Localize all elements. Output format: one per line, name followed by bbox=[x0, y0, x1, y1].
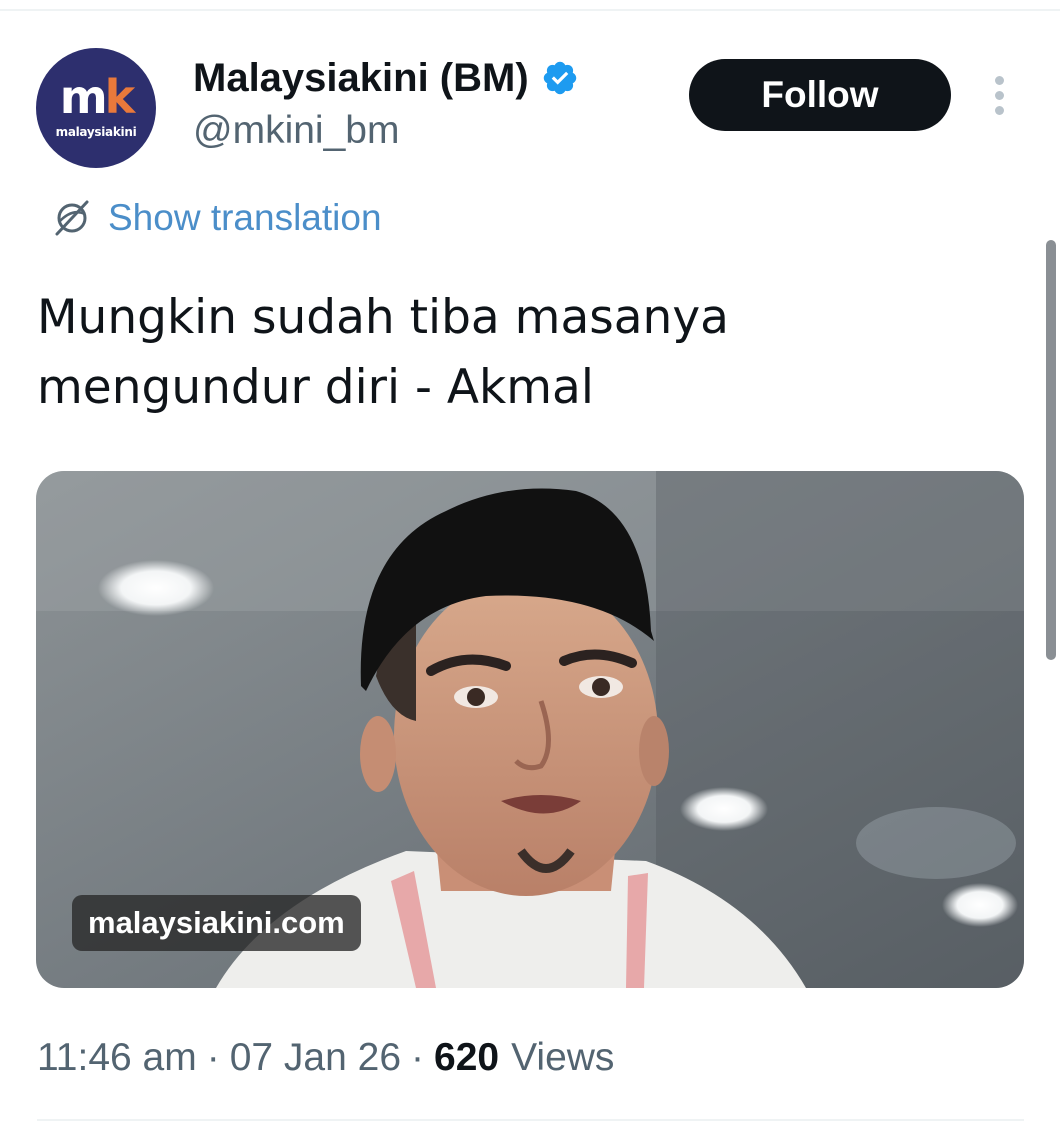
verified-badge-icon bbox=[543, 61, 576, 95]
top-divider bbox=[0, 9, 1060, 11]
link-card-image[interactable]: malaysiakini.com bbox=[36, 471, 1024, 988]
show-translation-label: Show translation bbox=[108, 197, 382, 238]
tweet-text: Mungkin sudah tiba masanya mengundur dir… bbox=[37, 283, 997, 423]
link-domain-badge: malaysiakini.com bbox=[72, 895, 361, 951]
tweet-text-line: Mungkin sudah tiba masanya bbox=[37, 290, 729, 345]
views-count[interactable]: 620 bbox=[434, 1036, 511, 1080]
author-handle[interactable]: @mkini_bm bbox=[193, 108, 399, 154]
tweet-date[interactable]: 07 Jan 26 bbox=[230, 1036, 401, 1080]
meta-separator: · bbox=[206, 1036, 220, 1079]
avatar-brand-text: malaysiakini bbox=[55, 125, 137, 139]
show-translation-link[interactable]: Show translation bbox=[50, 194, 382, 242]
scrollbar[interactable] bbox=[1046, 240, 1056, 660]
follow-button[interactable]: Follow bbox=[689, 59, 951, 131]
views-label[interactable]: Views bbox=[511, 1036, 614, 1080]
bottom-divider bbox=[37, 1119, 1024, 1121]
translate-globe-icon bbox=[55, 200, 89, 236]
tweet-text-line: mengundur diri - Akmal bbox=[37, 360, 594, 415]
tweet-time[interactable]: 11:46 am bbox=[37, 1036, 197, 1080]
tweet-meta: 11:46 am · 07 Jan 26 · 620 Views bbox=[37, 1033, 614, 1083]
display-name[interactable]: Malaysiakini (BM) bbox=[193, 54, 529, 102]
meta-separator: · bbox=[411, 1036, 425, 1079]
avatar-monogram: mk bbox=[59, 70, 135, 124]
author-name-row[interactable]: Malaysiakini (BM) bbox=[193, 54, 579, 102]
avatar[interactable]: mk malaysiakini bbox=[36, 48, 156, 168]
more-vertical-icon[interactable] bbox=[984, 72, 1014, 118]
